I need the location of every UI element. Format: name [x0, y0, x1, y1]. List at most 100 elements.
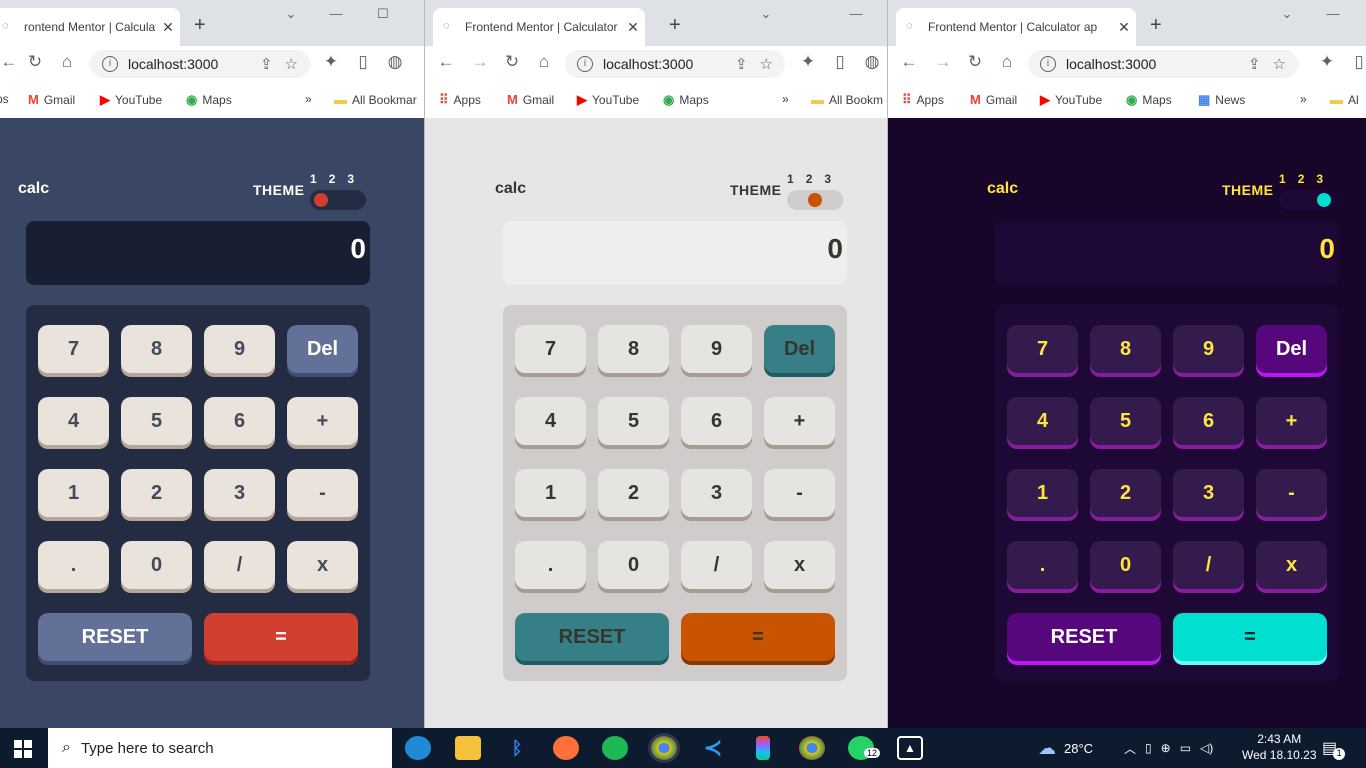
reset-key[interactable]: RESET	[515, 613, 669, 661]
digit-key-6[interactable]: 6	[1173, 397, 1244, 445]
bluetooth-icon[interactable]: ᛒ	[504, 736, 530, 760]
minus-key[interactable]: -	[764, 469, 835, 517]
theme-toggle[interactable]	[310, 190, 366, 210]
equals-key[interactable]: =	[681, 613, 835, 661]
side-panel-icon[interactable]: ▯	[1348, 52, 1366, 72]
tab-search-icon[interactable]: ⌄	[1276, 6, 1298, 22]
extensions-icon[interactable]: ✦	[1316, 52, 1338, 72]
bookmark-apps[interactable]: ⠿ Apps	[439, 92, 481, 108]
digit-key-6[interactable]: 6	[204, 397, 275, 445]
divide-key[interactable]: /	[1173, 541, 1244, 589]
home-icon[interactable]: ⌂	[56, 52, 78, 72]
taskbar-search-box[interactable]: ⌕ Type here to search	[48, 728, 392, 768]
figma-icon[interactable]	[756, 736, 770, 760]
bookmark-youtube[interactable]: ▶ YouTube	[1040, 92, 1102, 108]
profile-avatar-icon[interactable]: ◍	[861, 52, 883, 72]
close-tab-icon[interactable]: ✕	[1112, 19, 1136, 36]
theme-number-1[interactable]: 1	[787, 172, 794, 186]
theme-toggle-knob[interactable]	[314, 193, 328, 207]
digit-key-2[interactable]: 2	[598, 469, 669, 517]
minus-key[interactable]: -	[1256, 469, 1327, 517]
theme-number-1[interactable]: 1	[310, 172, 317, 186]
theme-number-3[interactable]: 3	[1316, 172, 1323, 186]
reload-icon[interactable]: ↻	[24, 52, 46, 72]
theme-number-2[interactable]: 2	[806, 172, 813, 186]
forward-arrow-icon[interactable]: →	[469, 52, 491, 72]
address-bar[interactable]: i localhost:3000 ⇪ ☆	[90, 50, 310, 78]
delete-key[interactable]: Del	[287, 325, 358, 373]
new-tab-button[interactable]: +	[194, 14, 206, 37]
minus-key[interactable]: -	[287, 469, 358, 517]
theme-number-3[interactable]: 3	[347, 172, 354, 186]
bookmark-youtube[interactable]: ▶ YouTube	[100, 92, 162, 108]
site-info-icon[interactable]: i	[1040, 56, 1056, 72]
close-tab-icon[interactable]: ✕	[156, 19, 180, 36]
decimal-key[interactable]: .	[38, 541, 109, 589]
windows-start-button[interactable]	[14, 740, 32, 758]
equals-key[interactable]: =	[1173, 613, 1327, 661]
firefox-icon[interactable]	[553, 736, 579, 760]
bookmark-maps[interactable]: ◉ Maps	[186, 92, 232, 108]
bookmark-maps[interactable]: ◉ Maps	[663, 92, 709, 108]
theme-toggle[interactable]	[1279, 190, 1335, 210]
digit-key-1[interactable]: 1	[38, 469, 109, 517]
digit-key-6[interactable]: 6	[681, 397, 752, 445]
plus-key[interactable]: +	[1256, 397, 1327, 445]
clock[interactable]: 2:43 AM Wed 18.10.23	[1242, 731, 1317, 763]
digit-key-1[interactable]: 1	[1007, 469, 1078, 517]
bookmark-gmail[interactable]: M Gmail	[507, 92, 554, 107]
spotify-icon[interactable]	[602, 736, 628, 760]
chrome-icon[interactable]	[648, 733, 680, 763]
device-icon[interactable]: ▯	[1145, 741, 1152, 755]
new-tab-button[interactable]: +	[1150, 14, 1162, 37]
theme-toggle-knob[interactable]	[1317, 193, 1331, 207]
browser-tab[interactable]: ◌ Frontend Mentor | Calculator ✕	[433, 8, 645, 46]
all-bookmarks-folder[interactable]: ▬ All Bookmar	[334, 92, 417, 107]
plus-key[interactable]: +	[764, 397, 835, 445]
minimize-icon[interactable]: —	[845, 6, 867, 21]
all-bookmarks-folder[interactable]: ▬ All Bookm	[811, 92, 883, 107]
bookmark-gmail[interactable]: M Gmail	[28, 92, 75, 107]
digit-key-7[interactable]: 7	[515, 325, 586, 373]
theme-number-2[interactable]: 2	[329, 172, 336, 186]
minimize-icon[interactable]: —	[1322, 6, 1344, 21]
photos-icon[interactable]: ▲	[897, 736, 923, 760]
digit-key-8[interactable]: 8	[1090, 325, 1161, 373]
store-icon[interactable]	[455, 736, 481, 760]
bookmark-news[interactable]: ▦ News	[1198, 92, 1245, 108]
digit-key-4[interactable]: 4	[1007, 397, 1078, 445]
profile-avatar-icon[interactable]: ◍	[384, 52, 406, 72]
digit-key-2[interactable]: 2	[121, 469, 192, 517]
multiply-key[interactable]: x	[287, 541, 358, 589]
theme-number-3[interactable]: 3	[824, 172, 831, 186]
share-icon[interactable]: ⇪	[735, 55, 748, 73]
decimal-key[interactable]: .	[1007, 541, 1078, 589]
bookmark-apps[interactable]: ⠿ Apps	[902, 92, 944, 108]
theme-number-2[interactable]: 2	[1298, 172, 1305, 186]
tab-search-icon[interactable]: ⌄	[755, 6, 777, 22]
digit-key-5[interactable]: 5	[598, 397, 669, 445]
reload-icon[interactable]: ↻	[964, 52, 986, 72]
digit-key-7[interactable]: 7	[1007, 325, 1078, 373]
digit-key-0[interactable]: 0	[121, 541, 192, 589]
home-icon[interactable]: ⌂	[533, 52, 555, 72]
bookmark-maps[interactable]: ◉ Maps	[1126, 92, 1172, 108]
notification-center[interactable]: ▤ 1	[1322, 728, 1346, 768]
multiply-key[interactable]: x	[764, 541, 835, 589]
digit-key-3[interactable]: 3	[1173, 469, 1244, 517]
bookmarks-overflow[interactable]: »	[305, 92, 312, 106]
all-bookmarks-folder[interactable]: ▬ Al	[1330, 92, 1359, 107]
bookmark-ps[interactable]: ps	[0, 92, 9, 106]
site-info-icon[interactable]: i	[102, 56, 118, 72]
delete-key[interactable]: Del	[764, 325, 835, 373]
digit-key-2[interactable]: 2	[1090, 469, 1161, 517]
vscode-icon[interactable]: ≺	[700, 735, 726, 760]
close-tab-icon[interactable]: ✕	[621, 19, 645, 36]
digit-key-5[interactable]: 5	[1090, 397, 1161, 445]
share-icon[interactable]: ⇪	[260, 55, 273, 73]
back-arrow-icon[interactable]: ←	[435, 52, 457, 72]
forward-arrow-icon[interactable]: →	[932, 52, 954, 72]
browser-tab[interactable]: ◌ rontend Mentor | Calculator ✕	[0, 8, 180, 46]
side-panel-icon[interactable]: ▯	[829, 52, 851, 72]
edge-icon[interactable]	[405, 736, 431, 760]
